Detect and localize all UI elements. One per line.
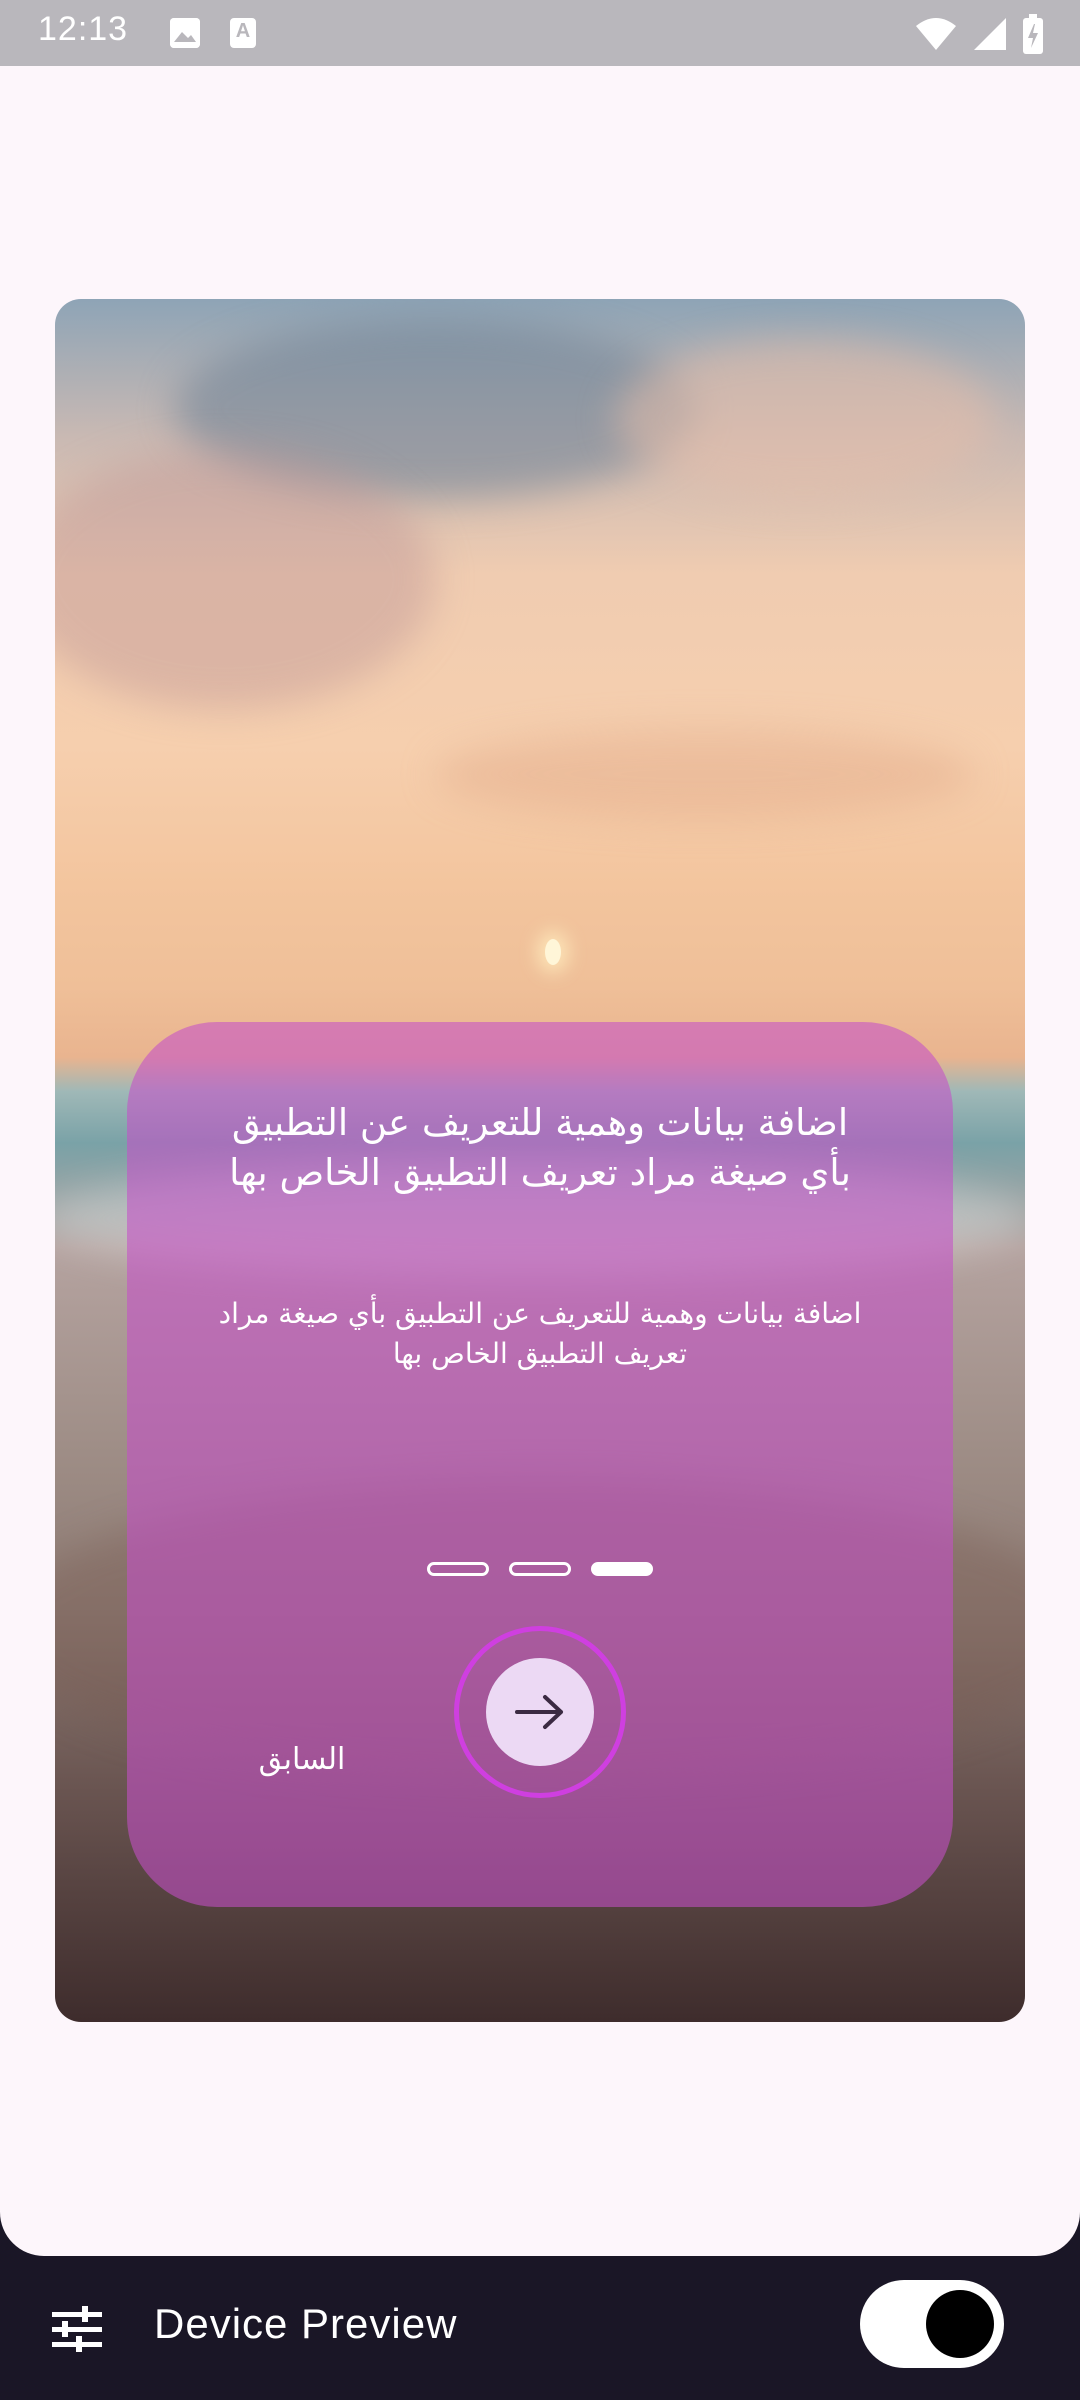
next-button[interactable] [486, 1658, 594, 1766]
image-icon [170, 18, 200, 48]
signal-icon [974, 18, 1006, 50]
settings-button[interactable] [44, 2296, 110, 2362]
device-preview-toggle[interactable] [860, 2280, 1004, 2368]
onboarding-description: اضافة بيانات وهمية للتعريف عن التطبيق بأ… [218, 1297, 862, 1370]
toggle-knob [926, 2290, 994, 2358]
cloud-shape [435, 729, 975, 819]
onboarding-background-image: اضافة بيانات وهمية للتعريف عن التطبيق بأ… [55, 299, 1025, 2022]
a-icon: A [230, 18, 256, 48]
device-preview-toolbar: Device Preview [0, 2256, 1080, 2400]
arrow-right-icon [515, 1695, 563, 1729]
sliders-icon [52, 2306, 102, 2352]
previous-button[interactable]: السابق [232, 1742, 372, 1777]
page-indicator-dot-active [591, 1562, 653, 1576]
wifi-icon [916, 18, 956, 50]
status-time: 12:13 [38, 10, 129, 48]
status-bar: 12:13 A [0, 0, 1080, 66]
app-surface: اضافة بيانات وهمية للتعريف عن التطبيق بأ… [0, 66, 1080, 2256]
onboarding-title: اضافة بيانات وهمية للتعريف عن التطبيق بأ… [229, 1101, 851, 1194]
onboarding-card: اضافة بيانات وهمية للتعريف عن التطبيق بأ… [127, 1022, 953, 1907]
page-indicator-dot [509, 1562, 571, 1576]
battery-icon [1023, 14, 1043, 54]
sun-shape [545, 939, 561, 965]
status-right-icons [914, 14, 1044, 54]
page-indicator [127, 1562, 953, 1576]
page-indicator-dot [427, 1562, 489, 1576]
cloud-shape [615, 339, 995, 499]
next-button-progress-ring [454, 1626, 626, 1798]
a-icon-glyph: A [235, 20, 251, 42]
device-preview-title: Device Preview [154, 2300, 458, 2347]
